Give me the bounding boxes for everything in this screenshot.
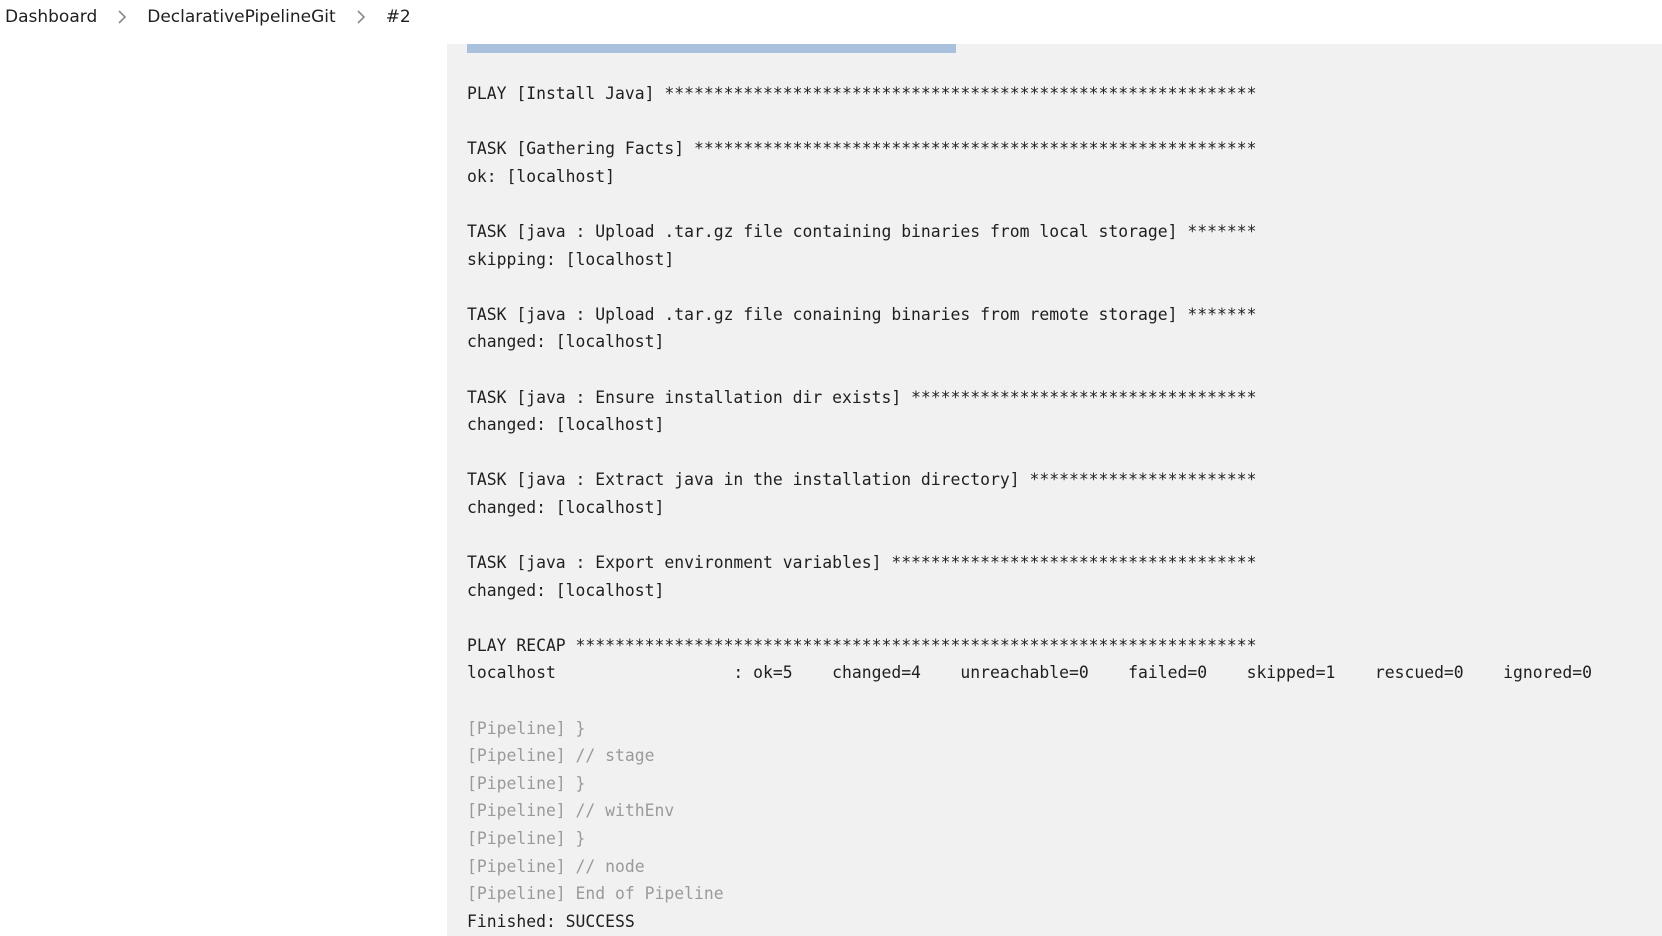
console-output: PLAY [Install Java] ********************… — [447, 0, 1662, 936]
breadcrumb: Dashboard DeclarativePipelineGit #2 — [0, 0, 1662, 34]
console-log: PLAY [Install Java] ********************… — [467, 80, 1592, 935]
log-line: Finished: SUCCESS — [467, 911, 635, 931]
breadcrumb-build[interactable]: #2 — [386, 7, 411, 27]
log-line: [Pipeline] } — [467, 829, 586, 849]
log-line: localhost : ok=5 changed=4 unreachable=0… — [467, 663, 1592, 683]
log-line: changed: [localhost] — [467, 497, 665, 517]
log-line: changed: [localhost] — [467, 332, 665, 352]
log-line: PLAY RECAP *****************************… — [467, 635, 1257, 655]
chevron-right-icon — [97, 7, 147, 27]
log-line: TASK [java : Ensure installation dir exi… — [467, 387, 1257, 407]
log-line: TASK [Gathering Facts] *****************… — [467, 139, 1257, 159]
log-line: PLAY [Install Java] ********************… — [467, 84, 1257, 103]
log-line: TASK [java : Upload .tar.gz file contain… — [467, 221, 1257, 241]
top-bar: Dashboard DeclarativePipelineGit #2 — [0, 0, 1662, 44]
log-line: TASK [java : Upload .tar.gz file conaini… — [467, 304, 1257, 324]
sidebar — [0, 44, 447, 936]
chevron-right-icon — [336, 7, 386, 27]
breadcrumb-dashboard[interactable]: Dashboard — [5, 7, 97, 27]
log-line: [Pipeline] } — [467, 773, 586, 793]
log-line: changed: [localhost] — [467, 580, 665, 600]
log-line: [Pipeline] } — [467, 718, 586, 738]
log-line: [Pipeline] // withEnv — [467, 801, 675, 821]
log-line: skipping: [localhost] — [467, 249, 675, 269]
log-line: changed: [localhost] — [467, 415, 665, 435]
log-line: ok: [localhost] — [467, 166, 616, 186]
log-line: [Pipeline] End of Pipeline — [467, 884, 724, 904]
log-line: TASK [java : Extract java in the install… — [467, 470, 1257, 490]
log-line: TASK [java : Export environment variable… — [467, 553, 1257, 573]
log-line: [Pipeline] // stage — [467, 746, 655, 766]
breadcrumb-job[interactable]: DeclarativePipelineGit — [147, 7, 335, 27]
log-line: [Pipeline] // node — [467, 856, 645, 876]
